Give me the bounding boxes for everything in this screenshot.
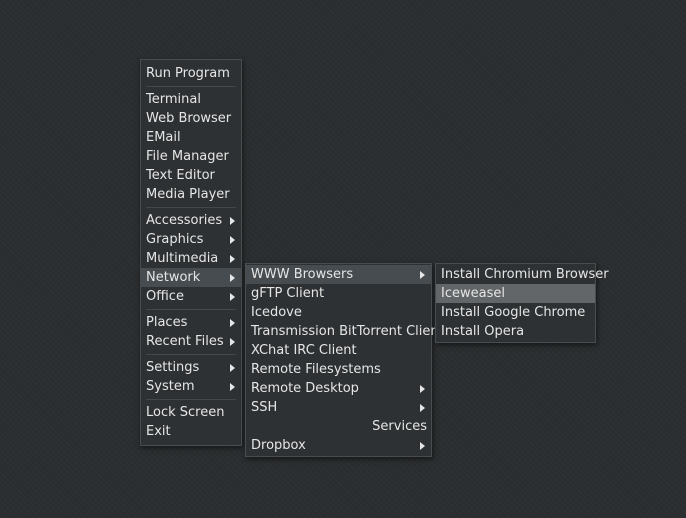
submenu-arrow-icon bbox=[230, 217, 235, 225]
menu-item-xchat[interactable]: XChat IRC Client bbox=[246, 341, 431, 360]
menu-item-www-browsers[interactable]: WWW Browsers bbox=[246, 265, 431, 284]
menu-item-label: Accessories bbox=[146, 213, 223, 228]
menu-item-label: Settings bbox=[146, 360, 200, 375]
menu-item-settings[interactable]: Settings bbox=[141, 358, 241, 377]
submenu-arrow-icon bbox=[230, 236, 235, 244]
menu-item-label: Remote Desktop bbox=[251, 381, 359, 396]
menu-item-label: Install Chromium Browser bbox=[441, 267, 609, 282]
menu-item-label: File Manager bbox=[146, 149, 229, 164]
submenu-arrow-icon bbox=[420, 404, 425, 412]
menu-item-label: Office bbox=[146, 289, 184, 304]
submenu-arrow-icon bbox=[230, 319, 235, 327]
menu-item-label: Places bbox=[146, 315, 188, 330]
menu-item-label: Install Opera bbox=[441, 324, 525, 339]
menu-item-email[interactable]: EMail bbox=[141, 128, 241, 147]
menu-item-label: WWW Browsers bbox=[251, 267, 354, 282]
menu-item-text-editor[interactable]: Text Editor bbox=[141, 166, 241, 185]
menu-item-recent-files[interactable]: Recent Files bbox=[141, 332, 241, 351]
menu-item-label: SSH bbox=[251, 400, 278, 415]
submenu-arrow-icon bbox=[230, 364, 235, 372]
menu-item-office[interactable]: Office bbox=[141, 287, 241, 306]
menu-item-ssh[interactable]: SSH bbox=[246, 398, 431, 417]
menu-item-label: Run Program bbox=[146, 66, 230, 81]
menu-item-multimedia[interactable]: Multimedia bbox=[141, 249, 241, 268]
menu-item-network[interactable]: Network bbox=[141, 268, 241, 287]
submenu-arrow-icon bbox=[230, 274, 235, 282]
menu-item-label: Dropbox bbox=[251, 438, 306, 453]
network-submenu: WWW Browsers gFTP Client Icedove Transmi… bbox=[245, 263, 444, 457]
menu-separator bbox=[141, 306, 241, 313]
menu-item-graphics[interactable]: Graphics bbox=[141, 230, 241, 249]
menu-item-services[interactable]: Services bbox=[246, 417, 431, 436]
submenu-arrow-icon bbox=[230, 255, 235, 263]
menu-item-media-player[interactable]: Media Player bbox=[141, 185, 241, 204]
menu-item-label: Terminal bbox=[146, 92, 201, 107]
menu-item-lock-screen[interactable]: Lock Screen bbox=[141, 403, 241, 422]
menu-item-label: Graphics bbox=[146, 232, 204, 247]
menu-item-label: Services bbox=[372, 419, 427, 434]
submenu-arrow-icon bbox=[230, 383, 235, 391]
menu-item-install-google-chrome[interactable]: Install Google Chrome bbox=[436, 303, 595, 322]
menu-item-file-manager[interactable]: File Manager bbox=[141, 147, 241, 166]
menu-item-run-program[interactable]: Run Program bbox=[141, 64, 241, 83]
menu-item-places[interactable]: Places bbox=[141, 313, 241, 332]
menu-item-label: Multimedia bbox=[146, 251, 219, 266]
menu-item-transmission[interactable]: Transmission BitTorrent Client bbox=[246, 322, 444, 341]
submenu-arrow-icon bbox=[420, 442, 425, 450]
menu-item-icedove[interactable]: Icedove bbox=[246, 303, 431, 322]
menu-item-install-chromium[interactable]: Install Chromium Browser bbox=[436, 265, 609, 284]
menu-item-label: Transmission BitTorrent Client bbox=[251, 324, 444, 339]
menu-item-install-opera[interactable]: Install Opera bbox=[436, 322, 595, 341]
menu-item-label: Recent Files bbox=[146, 334, 224, 349]
menu-separator bbox=[141, 351, 241, 358]
menu-item-accessories[interactable]: Accessories bbox=[141, 211, 241, 230]
menu-item-remote-filesystems[interactable]: Remote Filesystems bbox=[246, 360, 431, 379]
menu-item-exit[interactable]: Exit bbox=[141, 422, 241, 441]
menu-item-label: XChat IRC Client bbox=[251, 343, 357, 358]
menu-item-label: Iceweasel bbox=[441, 286, 505, 301]
menu-item-web-browser[interactable]: Web Browser bbox=[141, 109, 241, 128]
menu-item-label: Exit bbox=[146, 424, 171, 439]
submenu-arrow-icon bbox=[230, 338, 235, 346]
menu-item-label: Install Google Chrome bbox=[441, 305, 586, 320]
menu-item-label: Media Player bbox=[146, 187, 230, 202]
menu-item-gftp-client[interactable]: gFTP Client bbox=[246, 284, 431, 303]
submenu-arrow-icon bbox=[230, 293, 235, 301]
menu-separator bbox=[141, 204, 241, 211]
menu-item-label: System bbox=[146, 379, 195, 394]
root-menu: Run Program Terminal Web Browser EMail F… bbox=[140, 59, 242, 446]
menu-item-label: Text Editor bbox=[146, 168, 215, 183]
menu-item-label: Icedove bbox=[251, 305, 302, 320]
menu-item-label: Network bbox=[146, 270, 201, 285]
submenu-arrow-icon bbox=[420, 385, 425, 393]
www-browsers-submenu: Install Chromium Browser Iceweasel Insta… bbox=[435, 263, 609, 343]
menu-item-label: EMail bbox=[146, 130, 181, 145]
menu-item-label: gFTP Client bbox=[251, 286, 325, 301]
menu-item-dropbox[interactable]: Dropbox bbox=[246, 436, 431, 455]
menu-item-terminal[interactable]: Terminal bbox=[141, 90, 241, 109]
menu-item-iceweasel[interactable]: Iceweasel bbox=[436, 284, 595, 303]
menu-separator bbox=[141, 83, 241, 90]
submenu-arrow-icon bbox=[420, 271, 425, 279]
menu-item-label: Remote Filesystems bbox=[251, 362, 381, 377]
menu-item-label: Web Browser bbox=[146, 111, 232, 126]
menu-item-label: Lock Screen bbox=[146, 405, 225, 420]
menu-item-system[interactable]: System bbox=[141, 377, 241, 396]
menu-item-remote-desktop[interactable]: Remote Desktop bbox=[246, 379, 431, 398]
menu-separator bbox=[141, 396, 241, 403]
